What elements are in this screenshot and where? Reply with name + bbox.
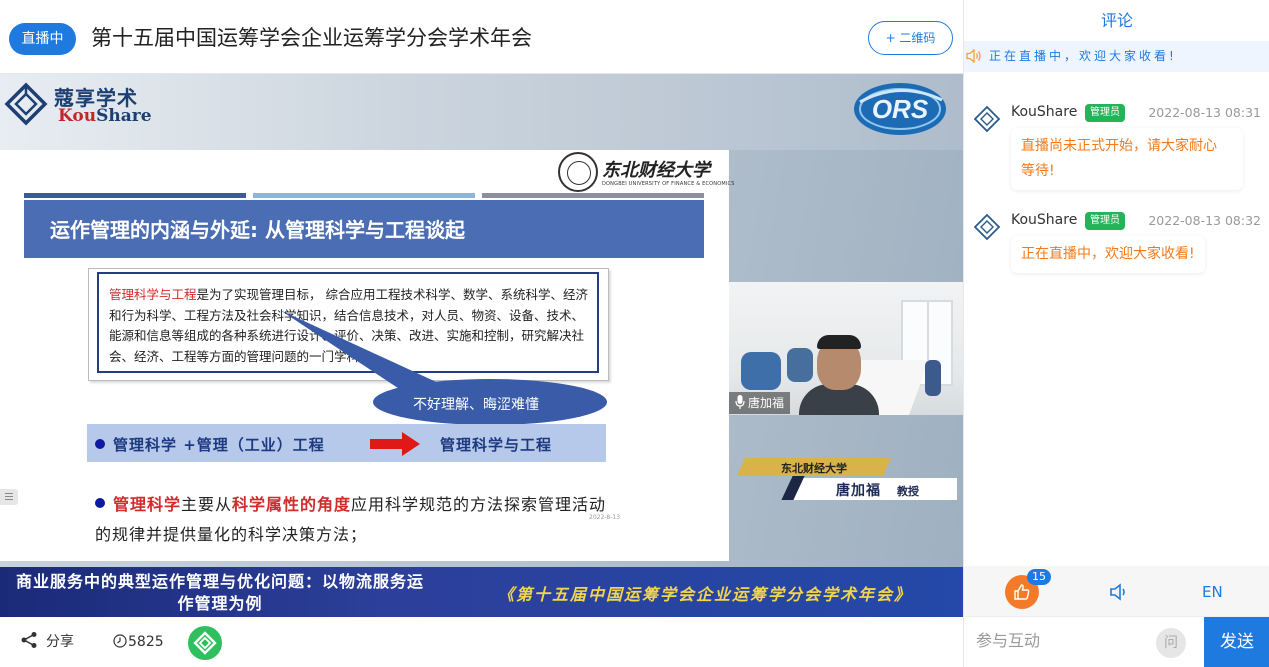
speaker-name: 唐加福 <box>836 483 881 499</box>
share-icon <box>21 632 37 648</box>
formula-right: 管理科学与工程 <box>440 436 553 454</box>
comment-time: 2022-08-13 08:32 <box>1148 213 1261 228</box>
comment-input[interactable] <box>964 617 1149 667</box>
comment-item: KouShare 管理员 2022-08-13 08:31 直播尚未正式开始，请… <box>964 102 1269 192</box>
slide-bar <box>482 193 704 198</box>
bullet-dot <box>95 439 105 449</box>
talk-title: 商业服务中的典型运作管理与优化问题：以物流服务运作管理为例 <box>15 572 424 613</box>
slide-bar <box>253 193 475 198</box>
like-count-badge: 15 <box>1027 569 1051 585</box>
ask-question-button[interactable]: 问 <box>1156 628 1186 658</box>
share-button[interactable]: 分享 <box>20 631 74 653</box>
live-notice-text: 正在直播中，欢迎大家收看! <box>989 49 1177 63</box>
ors-logo: ORS <box>854 83 946 135</box>
comment-time: 2022-08-13 08:31 <box>1148 105 1261 120</box>
comment-item: KouShare 管理员 2022-08-13 08:32 正在直播中，欢迎大家… <box>964 210 1269 273</box>
avatar-koushare-icon <box>974 106 1000 132</box>
live-stream-page: 直播中 第十五届中国运筹学会企业运筹学分会学术年会 + 二维码 蔻享学术 Kou… <box>0 0 1269 667</box>
comment-user: KouShare <box>1011 104 1078 120</box>
qr-code-button[interactable]: + 二维码 <box>868 21 953 55</box>
live-notice: 正在直播中，欢迎大家收看! <box>964 41 1269 72</box>
language-toggle[interactable]: EN <box>1202 580 1223 604</box>
talk-banner: 商业服务中的典型运作管理与优化问题：以物流服务运作管理为例 《第十五届中国运筹学… <box>0 567 963 617</box>
speaker-icon <box>966 49 981 63</box>
send-button[interactable]: 发送 <box>1204 617 1269 667</box>
university-seal-icon <box>558 152 598 192</box>
comment-user: KouShare <box>1011 212 1078 228</box>
share-label: 分享 <box>46 634 74 650</box>
comment-input-row: 问 发送 <box>964 616 1269 667</box>
formula-box: 管理科学 +管理（工业）工程 管理科学与工程 <box>87 424 606 462</box>
university-name-en: DONGBEI UNIVERSITY OF FINANCE & ECONOMIC… <box>602 181 735 187</box>
koushare-diamond-icon <box>4 82 48 126</box>
formula-left: 管理科学 +管理（工业）工程 <box>113 436 325 454</box>
slide-description: 管理科学主要从科学属性的角度应用科学规范的方法探索管理活动的规律并提供量化的科学… <box>95 495 607 544</box>
camera-name-tag: 唐加福 <box>729 392 791 414</box>
menu-handle-icon[interactable] <box>0 489 18 505</box>
slide-bar <box>24 193 246 198</box>
university-name: 东北财经大学 <box>602 160 710 181</box>
comment-panel: 评论 正在直播中，欢迎大家收看! KouShare 管理员 2022-08-13… <box>963 0 1269 667</box>
tab-comments[interactable]: 评论 <box>964 0 1269 41</box>
admin-badge: 管理员 <box>1085 212 1125 230</box>
clock-icon <box>113 634 127 648</box>
right-arrow-icon <box>370 432 420 456</box>
admin-badge: 管理员 <box>1085 104 1125 122</box>
slide-heading: 运作管理的内涵与外延: 从管理科学与工程谈起 <box>50 218 465 242</box>
video-player[interactable]: 蔻享学术 KouShare ORS 东北财经大学 DONGBEI UNIVERS… <box>0 74 963 617</box>
header: 直播中 第十五届中国运筹学会企业运筹学分会学术年会 + 二维码 <box>0 0 963 74</box>
koushare-logo: 蔻享学术 KouShare <box>4 80 154 130</box>
comment-bubble: 正在直播中，欢迎大家收看! <box>1011 236 1205 273</box>
view-count: 5825 <box>113 631 164 653</box>
slide-heading-box: 运作管理的内涵与外延: 从管理科学与工程谈起 <box>24 200 704 258</box>
university-logo: 东北财经大学 DONGBEI UNIVERSITY OF FINANCE & E… <box>558 152 734 192</box>
speaker-camera: 唐加福 <box>729 282 963 415</box>
page-title: 第十五届中国运筹学会企业运筹学分会学术年会 <box>91 26 532 50</box>
slide-date: 2022-8-13 <box>589 514 621 521</box>
koushare-logo-en: KouShare <box>58 106 152 126</box>
speaker-title: 教授 <box>897 485 919 498</box>
interaction-toolbar: 15 EN <box>964 566 1269 616</box>
ors-logo-text: ORS <box>872 94 929 124</box>
koushare-app-button[interactable] <box>188 626 222 660</box>
live-badge: 直播中 <box>9 23 76 55</box>
comment-bubble: 直播尚未正式开始，请大家耐心 等待! <box>1011 128 1243 190</box>
footer-bar: 分享 5825 <box>0 617 963 667</box>
avatar-koushare-icon <box>974 214 1000 240</box>
thumbs-up-icon <box>1014 584 1030 600</box>
presentation-slide: 东北财经大学 DONGBEI UNIVERSITY OF FINANCE & E… <box>0 150 734 561</box>
callout-text: 不好理解、晦涩难懂 <box>413 397 539 413</box>
speaker-org: 东北财经大学 <box>781 462 847 475</box>
conference-name: 《第十五届中国运筹学会企业运筹学分会学术年会》 <box>498 585 913 604</box>
volume-icon[interactable] <box>1107 580 1131 604</box>
bullet-dot <box>95 498 105 508</box>
koushare-icon <box>193 631 217 655</box>
speaker-nameplate: 东北财经大学 唐加福 教授 <box>736 458 961 502</box>
microphone-icon <box>735 395 745 409</box>
